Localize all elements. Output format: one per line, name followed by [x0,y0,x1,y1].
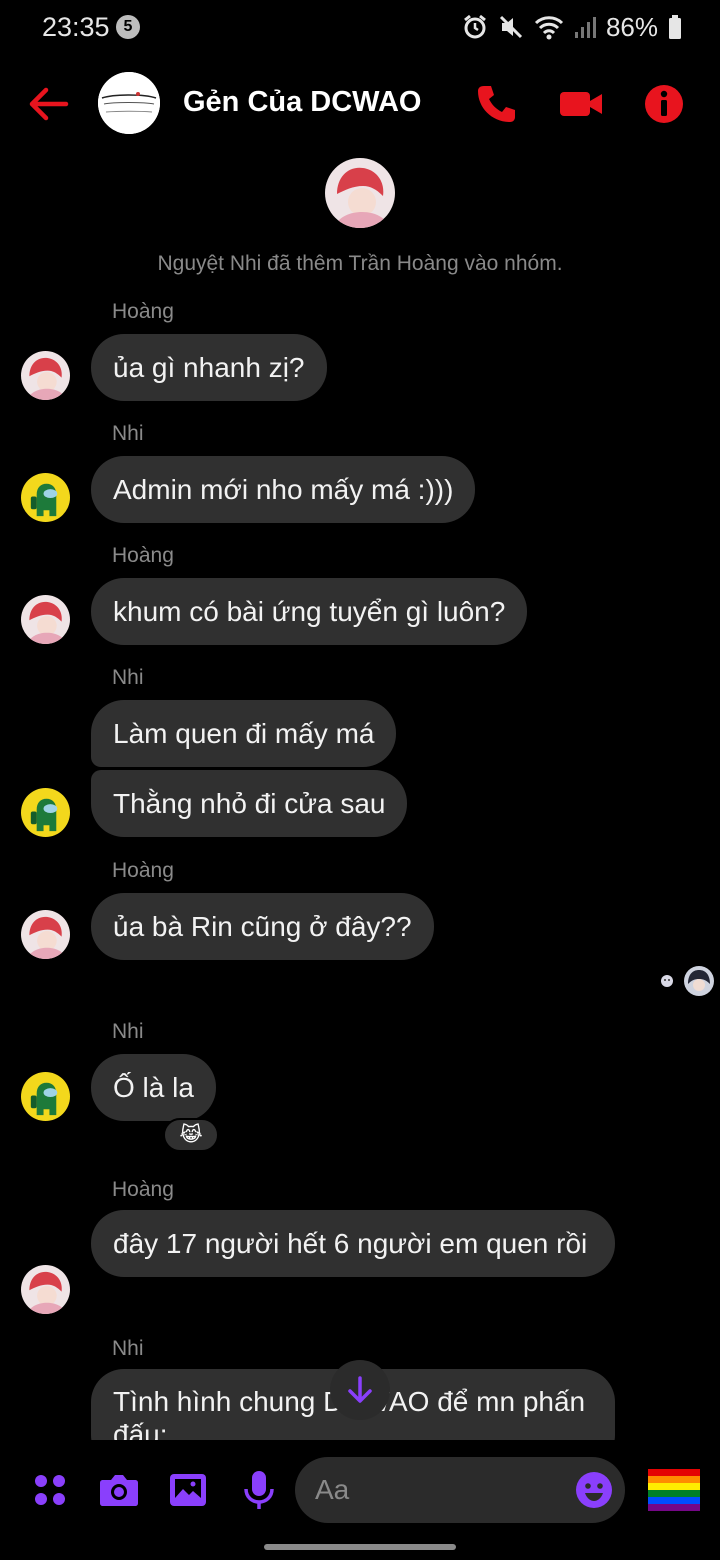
chat-header: Gẻn Của DCWAO [0,62,720,146]
status-icons: 86% [462,10,682,44]
camera-button[interactable] [97,1468,141,1512]
arrow-down-icon [348,1376,372,1403]
among-us-avatar-image [21,788,70,837]
microphone-icon [244,1471,274,1509]
among-us-avatar-image [21,1072,70,1121]
sender-name: Nhi [112,1020,144,1043]
added-member-avatar [325,158,395,228]
sender-name: Hoàng [112,859,174,882]
back-arrow-icon [29,87,69,121]
status-bar: 23:35 5 86% [0,0,720,56]
notification-count-badge: 5 [116,15,140,39]
rainbow-flag-icon [648,1469,700,1511]
scroll-to-bottom-button[interactable] [330,1360,390,1420]
video-call-button[interactable] [558,82,604,126]
group-avatar[interactable] [98,72,160,134]
alarm-icon [464,14,486,39]
chat-info-button[interactable] [642,82,686,126]
home-indicator[interactable] [264,1544,456,1550]
message-bubble[interactable]: ủa bà Rin cũng ở đây?? [91,893,434,960]
system-message: Nguyệt Nhi đã thêm Trần Hoàng vào nhóm. [157,252,563,275]
sender-avatar-nhi[interactable] [21,788,70,837]
message-input-container[interactable] [295,1457,625,1523]
message-bubble[interactable]: khum có bài ứng tuyển gì luôn? [91,578,528,645]
message-bubble[interactable]: Admin mới nho mấy má :))) [91,456,476,523]
anime-avatar-image [21,910,70,959]
seen-avatar-image [656,970,678,992]
mute-icon [499,15,523,39]
sender-avatar-hoang[interactable] [21,351,70,400]
message-list[interactable]: Nguyệt Nhi đã thêm Trần Hoàng vào nhóm. … [0,148,720,1440]
camera-icon [100,1475,138,1506]
message-bubble[interactable]: Ố là la [91,1054,216,1121]
gallery-icon [170,1474,206,1506]
sender-name: Nhi [112,666,144,689]
among-us-avatar-image [21,473,70,522]
quick-reaction-button[interactable] [646,1466,702,1514]
sender-avatar-nhi[interactable] [21,473,70,522]
sender-avatar-hoang[interactable] [21,595,70,644]
sender-name: Hoàng [112,300,174,323]
sender-avatar-hoang[interactable] [21,1265,70,1314]
emoji-button[interactable] [575,1471,613,1509]
sender-name: Hoàng [112,544,174,567]
message-bubble[interactable]: ủa gì nhanh zị? [91,334,327,401]
seen-avatar-image [684,966,714,996]
video-call-icon [560,92,602,116]
seen-receipt-avatar[interactable] [684,966,714,996]
menu-dots-icon [35,1475,65,1505]
voice-message-button[interactable] [237,1468,281,1512]
battery-percent: 86% [605,11,658,42]
message-reaction[interactable]: 😹 [163,1118,219,1152]
message-composer [0,1440,720,1544]
sender-avatar-hoang[interactable] [21,910,70,959]
chat-title[interactable]: Gẻn Của DCWAO [183,86,421,119]
phone-icon [478,86,515,122]
emoji-icon [576,1472,612,1508]
sender-name: Nhi [112,1337,144,1360]
group-avatar-image [98,72,160,134]
info-icon [645,85,683,123]
message-input[interactable] [315,1471,565,1509]
sender-name: Nhi [112,422,144,445]
message-bubble[interactable]: Thằng nhỏ đi cửa sau [91,770,408,837]
sender-name: Hoàng [112,1178,174,1201]
anime-avatar-image [21,351,70,400]
seen-receipt-avatar[interactable] [656,970,678,992]
sender-avatar-nhi[interactable] [21,1072,70,1121]
message-bubble[interactable]: đây 17 người hết 6 người em quen rồi [91,1210,615,1277]
wifi-icon [534,16,564,40]
signal-icon [574,17,596,38]
back-button[interactable] [26,84,72,124]
gallery-button[interactable] [166,1468,210,1512]
anime-avatar-image [21,595,70,644]
more-actions-button[interactable] [28,1468,72,1512]
voice-call-button[interactable] [474,82,518,126]
anime-avatar-image [21,1265,70,1314]
battery-icon [669,15,681,39]
anime-avatar-image [325,158,395,228]
message-bubble[interactable]: Làm quen đi mấy má [91,700,397,767]
status-time: 23:35 [42,12,110,42]
